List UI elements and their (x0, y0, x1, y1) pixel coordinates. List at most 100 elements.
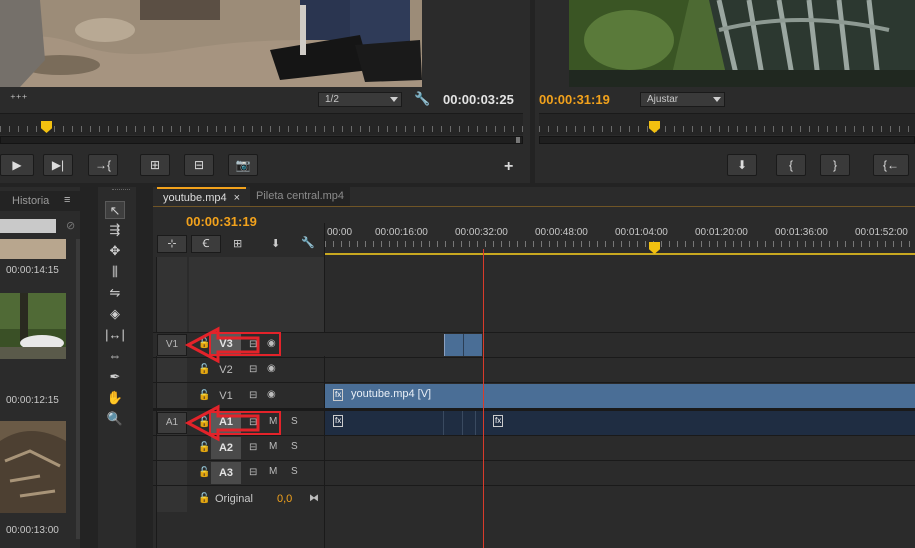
ripple-edit-tool-icon[interactable]: ✥ (105, 242, 125, 260)
go-to-in-icon: {← (882, 158, 899, 172)
step-forward-button[interactable]: ▶| (43, 154, 73, 176)
eye-icon[interactable]: ◉ (267, 363, 276, 374)
ruler-label: 00:01:52:00 (855, 227, 908, 238)
rolling-edit-tool-icon[interactable]: ⫼ (105, 263, 125, 281)
camera-icon: 📷 (235, 158, 251, 172)
add-button[interactable]: + (504, 158, 513, 176)
tools-grip[interactable] (112, 189, 130, 192)
wrench-icon[interactable]: 🔧 (414, 91, 430, 107)
lock-icon[interactable]: 🔓 (198, 493, 210, 504)
tab-youtube-mp4[interactable]: youtube.mp4 × (157, 187, 247, 206)
thumbnail-2[interactable] (0, 293, 66, 359)
track-row-v2: 🔓 V2 ⊟ ◉ (153, 357, 915, 381)
go-to-end-icon[interactable]: ⧓ (309, 493, 319, 504)
eye-icon[interactable]: ◉ (267, 389, 276, 400)
sync-lock-icon[interactable]: ⊟ (249, 390, 257, 401)
mark-out-button[interactable]: } (820, 154, 850, 176)
annotation-arrow-v3 (184, 326, 260, 364)
fx-badge[interactable]: fx (333, 415, 344, 427)
step-forward-icon: ▶| (51, 158, 65, 172)
sync-lock-icon[interactable]: ⊟ (249, 364, 257, 375)
ruler-label: 00:00:16:00 (375, 227, 428, 238)
audio-clip-a1[interactable]: fx fx (325, 411, 915, 435)
clip-edit-point (475, 411, 476, 435)
ruler-ticks (325, 241, 915, 247)
premiere-workspace: ⁺⁺⁺ 1/2 🔧 00:00:03:25 ▶ ▶| →{ ⊞ ⊟ 📷 + 00… (0, 0, 915, 548)
tab-historia[interactable]: Historia (12, 195, 49, 207)
project-scrollbar[interactable] (76, 239, 80, 539)
ruler-label: 00:01:36:00 (775, 227, 828, 238)
scroll-handle[interactable] (516, 137, 520, 143)
mute-button[interactable]: M (269, 466, 277, 477)
lock-icon[interactable]: 🔓 (198, 390, 210, 401)
go-to-out-button[interactable]: →{ (88, 154, 118, 176)
mark-in-button[interactable]: { (776, 154, 806, 176)
ruler-label: 00:00 (327, 227, 353, 238)
timeline-settings-icon[interactable]: 🔧 (301, 236, 315, 249)
sync-lock-icon[interactable]: ⊟ (249, 442, 257, 453)
tab-youtube-label: youtube.mp4 (163, 192, 227, 204)
panel-menu-icon[interactable]: ≡ (64, 194, 70, 206)
source-resolution-select[interactable]: 1/2 (318, 92, 402, 107)
slide-tool-icon[interactable]: ⇔ (105, 347, 125, 365)
source-patch-v1[interactable]: V1 (157, 334, 187, 356)
play-icon: ▶ (12, 158, 22, 172)
linked-selection-button[interactable]: Ꞓ (191, 235, 221, 253)
rate-stretch-tool-icon[interactable]: ⇋ (105, 284, 125, 302)
overwrite-icon: ⊟ (193, 158, 205, 172)
solo-button[interactable]: S (291, 441, 298, 452)
source-zoom-scrollbar[interactable] (0, 136, 523, 144)
source-video-frame (0, 0, 422, 87)
snap-button[interactable]: ⊹ (157, 235, 187, 253)
thumb-time-2: 00:00:12:15 (6, 395, 59, 406)
program-zoom-scrollbar[interactable] (539, 136, 915, 144)
v3-clip[interactable] (444, 334, 482, 356)
pen-tool-icon[interactable]: ✒ (105, 368, 125, 386)
play-button[interactable]: ▶ (0, 154, 34, 176)
program-timecode[interactable]: 00:00:31:19 (539, 92, 610, 107)
solo-button[interactable]: S (291, 466, 298, 477)
program-time-ruler[interactable] (539, 113, 915, 135)
slip-tool-icon[interactable]: |↔| (105, 326, 125, 344)
work-area-bar[interactable] (325, 253, 915, 255)
lock-icon[interactable]: 🔓 (198, 364, 210, 375)
playback-settings-icon[interactable]: ⁺⁺⁺ (10, 92, 27, 105)
search-filter-icon[interactable]: ⊘ (66, 219, 75, 232)
marker-icon[interactable]: ⬇ (271, 237, 280, 250)
master-volume-value[interactable]: 0,0 (277, 493, 292, 505)
close-icon[interactable]: × (234, 192, 240, 204)
timeline-ruler[interactable]: 00:00 00:00:16:00 00:00:32:00 00:00:48:0… (325, 223, 915, 255)
track-row-master: 🔓 Original 0,0 ⧓ (153, 485, 915, 512)
lock-icon[interactable]: 🔓 (198, 467, 210, 478)
sync-lock-icon[interactable]: ⊟ (249, 467, 257, 478)
source-time-ruler[interactable] (0, 113, 523, 135)
solo-button[interactable]: S (291, 416, 298, 427)
program-fit-value: Ajustar (647, 94, 679, 105)
add-marker-button[interactable]: ⬇ (727, 154, 757, 176)
hand-tool-icon[interactable]: ✋ (105, 389, 125, 407)
selection-tool-icon[interactable]: ↖ (105, 201, 125, 219)
go-to-in-button[interactable]: {← (873, 154, 909, 176)
search-input[interactable] (0, 219, 56, 233)
tab-pileta-central[interactable]: Pileta central.mp4 (250, 187, 351, 206)
source-patch-a1[interactable]: A1 (157, 412, 187, 434)
thumbnail-3[interactable] (0, 421, 66, 513)
program-fit-select[interactable]: Ajustar (640, 92, 725, 107)
source-timecode[interactable]: 00:00:03:25 (443, 92, 514, 107)
overwrite-button[interactable]: ⊟ (184, 154, 214, 176)
thumbnail-1[interactable] (0, 239, 66, 259)
zoom-tool-icon[interactable]: 🔍 (105, 410, 125, 428)
track-select-tool-icon[interactable]: ⇶ (105, 221, 125, 239)
insert-button[interactable]: ⊞ (140, 154, 170, 176)
video-clip-youtube[interactable]: fx youtube.mp4 [V] (325, 384, 915, 408)
lock-icon[interactable]: 🔓 (198, 442, 210, 453)
mute-button[interactable]: M (269, 441, 277, 452)
fx-badge[interactable]: fx (333, 389, 344, 401)
timeline-timecode[interactable]: 00:00:31:19 (186, 214, 257, 229)
fx-badge[interactable]: fx (493, 415, 504, 427)
ruler-label: 00:01:20:00 (695, 227, 748, 238)
export-frame-button[interactable]: 📷 (228, 154, 258, 176)
add-marker-timeline-icon[interactable]: ⊞ (233, 237, 242, 250)
razor-tool-icon[interactable]: ◈ (105, 305, 125, 323)
track-name-a3[interactable]: A3 (211, 462, 241, 484)
